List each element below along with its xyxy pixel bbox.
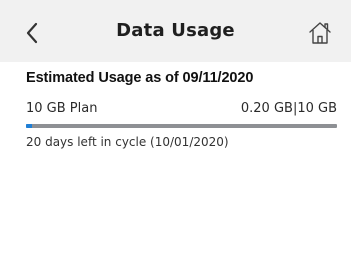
page-title: Data Usage xyxy=(116,20,235,41)
days-left-text: 20 days left in cycle (10/01/2020) xyxy=(26,135,229,149)
usage-progress-bar xyxy=(26,124,337,128)
app-header: Data Usage xyxy=(0,0,351,62)
home-icon xyxy=(309,22,331,44)
plan-usage-value: 0.20 GB|10 GB xyxy=(240,101,337,116)
plan-name: 10 GB Plan xyxy=(26,101,98,116)
home-button[interactable] xyxy=(305,18,335,48)
plan-row: 10 GB Plan 0.20 GB|10 GB xyxy=(26,101,337,119)
usage-heading: Estimated Usage as of 09/11/2020 xyxy=(26,70,254,86)
usage-progress-fill xyxy=(26,124,33,128)
